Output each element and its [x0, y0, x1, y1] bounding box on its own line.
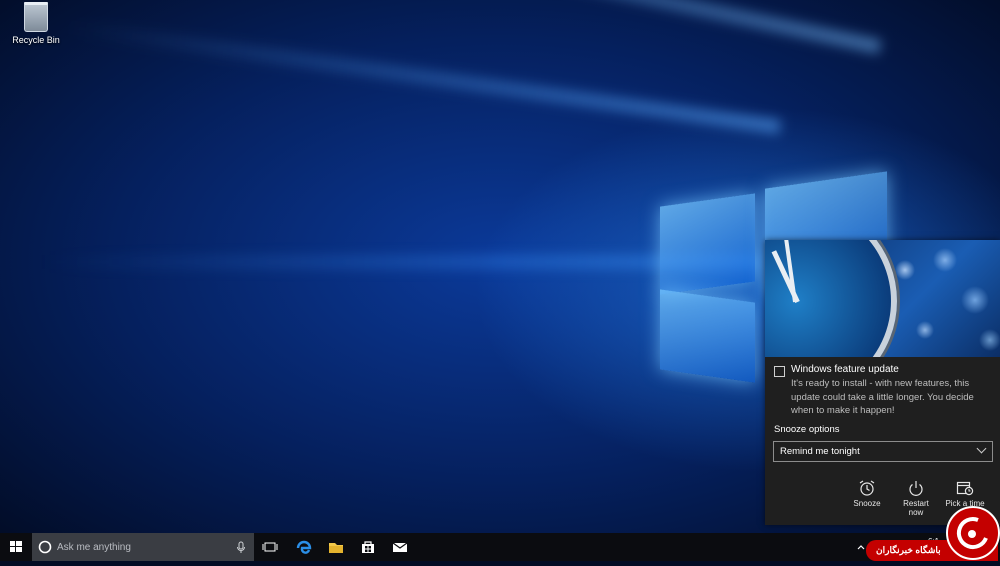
watermark-logo	[946, 506, 1000, 560]
restart-now-button[interactable]: Restart now	[896, 480, 936, 517]
light-beam	[40, 255, 760, 269]
task-view-button[interactable]	[254, 533, 286, 561]
windows-logo-pane	[660, 193, 755, 295]
snooze-options-label: Snooze options	[774, 424, 840, 435]
windows-logo-pane	[660, 289, 755, 383]
task-view-icon	[262, 542, 278, 552]
microphone-icon[interactable]	[234, 533, 248, 561]
update-notification[interactable]: Windows feature update It's ready to ins…	[765, 240, 1000, 525]
windows-start-icon	[10, 541, 22, 552]
notification-body: It's ready to install - with new feature…	[791, 378, 974, 416]
mail-button[interactable]	[384, 533, 416, 561]
snooze-button-label: Snooze	[853, 499, 881, 508]
snooze-button[interactable]: Snooze	[847, 480, 887, 508]
mail-icon	[392, 542, 408, 552]
edge-icon	[296, 540, 312, 554]
desktop-icon-recycle-bin[interactable]: Recycle Bin	[8, 2, 64, 45]
chevron-down-icon	[976, 443, 987, 454]
calendar-clock-icon	[956, 481, 974, 496]
search-box[interactable]: Ask me anything	[32, 533, 254, 561]
chevron-up-icon[interactable]	[855, 533, 867, 561]
clock-hand	[771, 250, 800, 304]
watermark-text: باشگاه خبرنگاران	[876, 545, 941, 555]
restart-now-button-label: Restart now	[903, 499, 929, 517]
store-button[interactable]	[352, 533, 384, 561]
alarm-clock-icon	[859, 480, 875, 496]
desktop-icon-label: Recycle Bin	[12, 35, 60, 45]
cortana-circle-icon	[38, 540, 52, 554]
watermark-logo-icon	[956, 517, 988, 549]
pick-a-time-button[interactable]: Pick a time	[945, 480, 985, 508]
search-placeholder: Ask me anything	[57, 542, 131, 553]
taskbar: Ask me anything	[0, 533, 1000, 561]
file-explorer-icon	[329, 543, 343, 553]
power-icon	[909, 481, 923, 496]
snooze-select[interactable]: Remind me tonight	[773, 441, 993, 462]
notification-title: Windows feature update	[791, 364, 899, 375]
light-beam	[66, 19, 781, 134]
recycle-bin-icon	[24, 2, 48, 32]
snooze-selected-value: Remind me tonight	[780, 446, 860, 457]
edge-button[interactable]	[288, 533, 320, 561]
clock-image	[765, 240, 897, 357]
notification-hero-image	[765, 240, 1000, 357]
update-app-icon	[774, 366, 785, 377]
file-explorer-button[interactable]	[320, 533, 352, 561]
start-button[interactable]	[0, 533, 32, 561]
store-icon	[362, 541, 374, 553]
